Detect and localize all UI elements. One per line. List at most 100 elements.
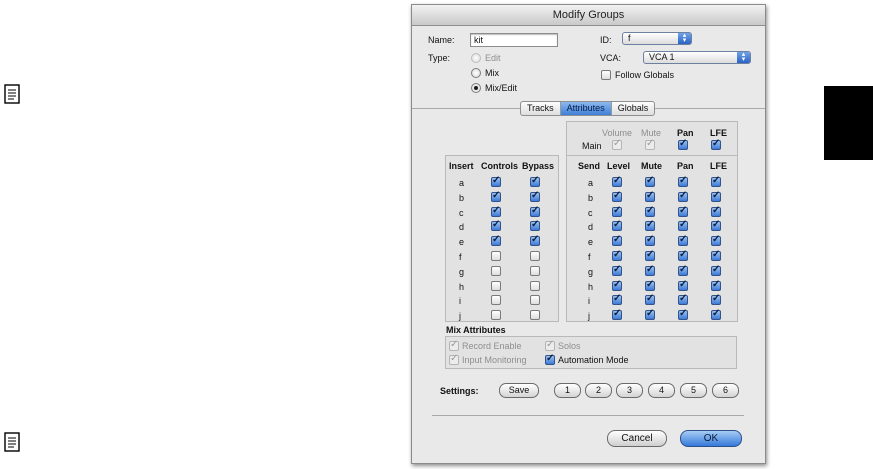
type-edit-radio[interactable] (471, 53, 481, 63)
insert-controls-checkbox[interactable] (491, 295, 501, 305)
modify-groups-dialog: Modify Groups Name: kit ID: f ▴ ▾ Type: E… (411, 4, 766, 464)
main-pan-checkbox[interactable] (678, 138, 688, 150)
settings-preset-5-button[interactable]: 5 (680, 383, 707, 398)
input-monitoring-label: Input Monitoring (462, 355, 527, 365)
type-mix-radio[interactable] (471, 68, 481, 78)
cancel-button[interactable]: Cancel (607, 430, 667, 447)
automation-mode-checkbox[interactable] (545, 353, 555, 365)
send-level-checkbox[interactable] (612, 293, 622, 305)
send-header: Send (578, 161, 601, 171)
tab-attributes[interactable]: Attributes (560, 102, 612, 115)
send-mute-checkbox[interactable] (645, 205, 655, 217)
insert-bypass-checkbox[interactable] (530, 219, 540, 231)
insert-bypass-checkbox[interactable] (530, 281, 540, 291)
send-row-label: f (588, 252, 591, 262)
send-pan-checkbox[interactable] (678, 308, 688, 320)
insert-controls-checkbox[interactable] (491, 205, 501, 217)
follow-globals-checkbox[interactable] (601, 70, 611, 80)
send-lfe-checkbox[interactable] (711, 264, 721, 276)
send-lfe-checkbox[interactable] (711, 279, 721, 291)
send-level-checkbox[interactable] (612, 219, 622, 231)
insert-bypass-checkbox[interactable] (530, 295, 540, 305)
send-pan-checkbox[interactable] (678, 249, 688, 261)
send-level-checkbox[interactable] (612, 205, 622, 217)
send-lfe-checkbox[interactable] (711, 234, 721, 246)
insert-row-label: h (459, 282, 465, 292)
send-pan-checkbox[interactable] (678, 264, 688, 276)
insert-controls-checkbox[interactable] (491, 190, 501, 202)
main-mute-checkbox[interactable] (645, 138, 655, 150)
send-pan-checkbox[interactable] (678, 279, 688, 291)
insert-bypass-checkbox[interactable] (530, 310, 540, 320)
send-mute-checkbox[interactable] (645, 249, 655, 261)
send-pan-checkbox[interactable] (678, 175, 688, 187)
send-mute-checkbox[interactable] (645, 175, 655, 187)
send-level-checkbox[interactable] (612, 175, 622, 187)
name-label: Name: (428, 35, 455, 45)
send-mute-checkbox[interactable] (645, 234, 655, 246)
send-level-checkbox[interactable] (612, 264, 622, 276)
send-level-checkbox[interactable] (612, 308, 622, 320)
insert-bypass-checkbox[interactable] (530, 190, 540, 202)
send-mute-checkbox[interactable] (645, 293, 655, 305)
send-mute-checkbox[interactable] (645, 264, 655, 276)
send-level-checkbox[interactable] (612, 190, 622, 202)
insert-controls-checkbox[interactable] (491, 281, 501, 291)
send-level-checkbox[interactable] (612, 279, 622, 291)
name-input[interactable]: kit (470, 33, 558, 47)
send-level-checkbox[interactable] (612, 234, 622, 246)
send-lfe-checkbox[interactable] (711, 249, 721, 261)
settings-save-button[interactable]: Save (499, 383, 539, 398)
vca-popup[interactable]: VCA 1 ▴ ▾ (643, 51, 751, 64)
solos-checkbox[interactable] (545, 339, 555, 351)
settings-preset-6-button[interactable]: 6 (712, 383, 739, 398)
settings-preset-1-button[interactable]: 1 (554, 383, 581, 398)
main-lfe-checkbox[interactable] (711, 138, 721, 150)
send-level-checkbox[interactable] (612, 249, 622, 261)
settings-preset-3-button[interactable]: 3 (616, 383, 643, 398)
insert-controls-checkbox[interactable] (491, 310, 501, 320)
insert-controls-checkbox[interactable] (491, 219, 501, 231)
follow-globals-label: Follow Globals (615, 70, 675, 80)
send-lfe-checkbox[interactable] (711, 219, 721, 231)
automation-mode-label: Automation Mode (558, 355, 629, 365)
send-pan-checkbox[interactable] (678, 219, 688, 231)
send-lfe-checkbox[interactable] (711, 205, 721, 217)
type-label: Type: (428, 53, 451, 63)
send-pan-checkbox[interactable] (678, 234, 688, 246)
send-mute-checkbox[interactable] (645, 190, 655, 202)
settings-preset-2-button[interactable]: 2 (585, 383, 612, 398)
record-enable-checkbox[interactable] (449, 339, 459, 351)
insert-controls-checkbox[interactable] (491, 251, 501, 261)
insert-controls-checkbox[interactable] (491, 266, 501, 276)
insert-bypass-checkbox[interactable] (530, 205, 540, 217)
insert-bypass-checkbox[interactable] (530, 266, 540, 276)
send-lfe-checkbox[interactable] (711, 308, 721, 320)
settings-preset-4-button[interactable]: 4 (648, 383, 675, 398)
insert-bypass-checkbox[interactable] (530, 175, 540, 187)
send-mute-checkbox[interactable] (645, 279, 655, 291)
send-mute-checkbox[interactable] (645, 308, 655, 320)
type-mixedit-radio[interactable] (471, 83, 481, 93)
send-row-label: c (588, 208, 593, 218)
insert-bypass-checkbox[interactable] (530, 251, 540, 261)
ok-button[interactable]: OK (680, 430, 742, 447)
tab-tracks[interactable]: Tracks (521, 102, 561, 115)
insert-bypass-checkbox[interactable] (530, 234, 540, 246)
main-volume-checkbox[interactable] (612, 138, 622, 150)
send-row-label: g (588, 267, 594, 277)
insert-controls-checkbox[interactable] (491, 234, 501, 246)
send-mute-checkbox[interactable] (645, 219, 655, 231)
id-popup[interactable]: f ▴ ▾ (622, 32, 692, 45)
send-lfe-checkbox[interactable] (711, 190, 721, 202)
send-pan-checkbox[interactable] (678, 190, 688, 202)
input-monitoring-checkbox[interactable] (449, 353, 459, 365)
send-lfe-checkbox[interactable] (711, 175, 721, 187)
insert-row-label: g (459, 267, 465, 277)
send-pan-checkbox[interactable] (678, 293, 688, 305)
send-pan-checkbox[interactable] (678, 205, 688, 217)
insert-controls-checkbox[interactable] (491, 175, 501, 187)
insert-row-label: a (459, 178, 465, 188)
send-lfe-checkbox[interactable] (711, 293, 721, 305)
tab-globals[interactable]: Globals (612, 102, 655, 115)
